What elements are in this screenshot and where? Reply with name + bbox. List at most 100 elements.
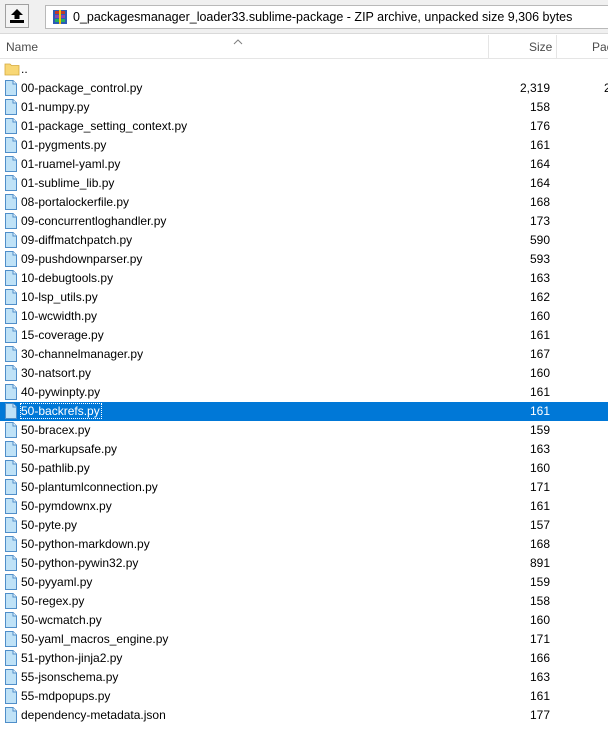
file-row[interactable]: 50-python-pywin32.py 891 [0,554,608,573]
file-name: 55-jsonschema.py [21,670,119,684]
file-name: 10-debugtools.py [21,271,114,285]
file-size: 161 [529,499,550,513]
file-name: 09-pushdownparser.py [21,252,143,266]
column-name[interactable]: Name [6,40,38,54]
file-row-selected[interactable]: 50-backrefs.py 161 [0,402,608,421]
file-size: 177 [529,708,550,722]
file-size: 161 [529,138,550,152]
file-row[interactable]: 51-python-jinja2.py 166 [0,649,608,668]
address-text: 0_packagesmanager_loader33.sublime-packa… [73,10,573,24]
column-separator[interactable] [488,35,489,58]
file-name: 30-natsort.py [21,366,92,380]
file-row[interactable]: dependency-metadata.json 177 [0,706,608,725]
file-size: 161 [529,689,550,703]
file-size: 162 [529,290,550,304]
file-name: 09-concurrentloghandler.py [21,214,167,228]
file-row[interactable]: 01-package_setting_context.py 176 [0,117,608,136]
column-separator[interactable] [556,35,557,58]
file-name: 50-pyyaml.py [21,575,93,589]
file-name: 01-numpy.py [21,100,90,114]
file-icon [4,346,18,365]
folder-icon [4,61,20,80]
file-row[interactable]: 50-regex.py 158 [0,592,608,611]
file-name: 01-package_setting_context.py [21,119,188,133]
file-row[interactable]: 01-ruamel-yaml.py 164 [0,155,608,174]
address-field[interactable]: 0_packagesmanager_loader33.sublime-packa… [45,5,608,29]
file-icon [4,99,18,118]
file-row[interactable]: 50-pyyaml.py 159 [0,573,608,592]
file-size: 160 [529,366,550,380]
file-row[interactable]: 55-jsonschema.py 163 [0,668,608,687]
file-name: 01-ruamel-yaml.py [21,157,121,171]
file-row[interactable]: 50-python-markdown.py 168 [0,535,608,554]
file-icon [4,118,18,137]
file-icon [4,479,18,498]
file-row[interactable]: 09-pushdownparser.py 593 [0,250,608,269]
file-row[interactable]: 50-plantumlconnection.py 171 [0,478,608,497]
file-size: 159 [529,575,550,589]
file-row[interactable]: 01-pygments.py 161 [0,136,608,155]
file-icon [4,251,18,270]
file-row[interactable]: 09-concurrentloghandler.py 173 [0,212,608,231]
file-size: 173 [529,214,550,228]
file-row[interactable]: .. [0,60,608,79]
file-icon [4,156,18,175]
file-row[interactable]: 10-wcwidth.py 160 [0,307,608,326]
file-row[interactable]: 30-natsort.py 160 [0,364,608,383]
file-name: 50-python-markdown.py [21,537,150,551]
file-size: 158 [529,100,550,114]
column-packed-size[interactable]: Pac [592,40,608,54]
file-icon [4,194,18,213]
file-size: 164 [529,157,550,171]
file-size: 160 [529,613,550,627]
file-name: 50-python-pywin32.py [21,556,139,570]
file-row[interactable]: 01-sublime_lib.py 164 [0,174,608,193]
file-size: 891 [529,556,550,570]
up-folder-button[interactable] [5,4,29,28]
file-name: 51-python-jinja2.py [21,651,123,665]
file-icon [4,175,18,194]
file-row[interactable]: 50-pyte.py 157 [0,516,608,535]
file-row[interactable]: 01-numpy.py 158 [0,98,608,117]
file-size: 157 [529,518,550,532]
file-row[interactable]: 50-yaml_macros_engine.py 171 [0,630,608,649]
file-row[interactable]: 09-diffmatchpatch.py 590 [0,231,608,250]
file-row[interactable]: 30-channelmanager.py 167 [0,345,608,364]
column-size[interactable]: Size [529,40,552,54]
file-row[interactable]: 40-pywinpty.py 161 [0,383,608,402]
file-row[interactable]: 08-portalockerfile.py 168 [0,193,608,212]
file-row[interactable]: 50-pathlib.py 160 [0,459,608,478]
file-name: 15-coverage.py [21,328,104,342]
file-icon [4,403,18,422]
file-row[interactable]: 50-markupsafe.py 163 [0,440,608,459]
file-row[interactable]: 15-coverage.py 161 [0,326,608,345]
file-name: 50-pathlib.py [21,461,90,475]
file-name: .. [21,62,28,76]
up-arrow-icon [10,9,24,23]
file-row[interactable]: 50-pymdownx.py 161 [0,497,608,516]
file-size: 166 [529,651,550,665]
file-row[interactable]: 00-package_control.py 2,319 2 [0,79,608,98]
file-size: 164 [529,176,550,190]
file-icon [4,593,18,612]
file-row[interactable]: 55-mdpopups.py 161 [0,687,608,706]
file-row[interactable]: 50-bracex.py 159 [0,421,608,440]
file-name: 50-pymdownx.py [21,499,112,513]
file-row[interactable]: 50-wcmatch.py 160 [0,611,608,630]
file-size: 593 [529,252,550,266]
file-icon [4,384,18,403]
file-name: 50-bracex.py [21,423,91,437]
file-packed-size: 2 [604,81,608,95]
file-row[interactable]: 10-lsp_utils.py 162 [0,288,608,307]
file-size: 171 [529,632,550,646]
file-size: 158 [529,594,550,608]
file-icon [4,80,18,99]
file-size: 159 [529,423,550,437]
file-row[interactable]: 10-debugtools.py 163 [0,269,608,288]
file-icon [4,536,18,555]
file-size: 160 [529,461,550,475]
file-icon [4,137,18,156]
file-name: 00-package_control.py [21,81,143,95]
file-name: 50-yaml_macros_engine.py [21,632,169,646]
file-name: dependency-metadata.json [21,708,166,722]
